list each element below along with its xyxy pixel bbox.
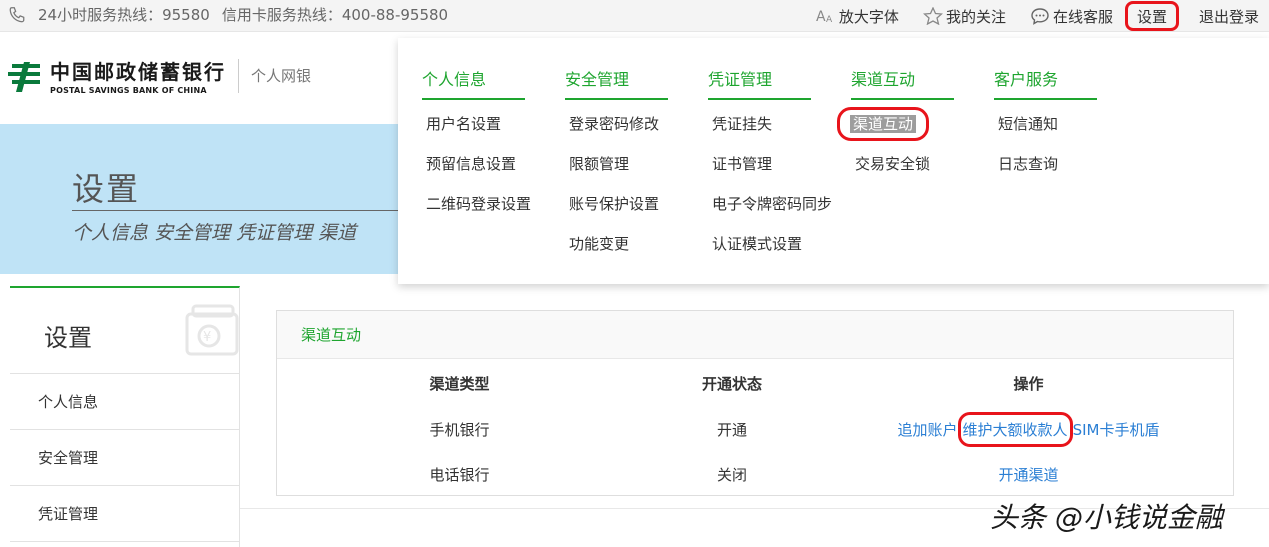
left-sidebar: 设置 ¥ 个人信息 安全管理 凭证管理 — [10, 286, 240, 547]
operations-cell: 追加账户 维护大额收款人 SIM卡手机盾 — [822, 407, 1235, 452]
sidebar-item-personal-info[interactable]: 个人信息 — [10, 374, 239, 430]
svg-text:¥: ¥ — [203, 330, 211, 345]
menu-item-reserved-info[interactable]: 预留信息设置 — [422, 152, 531, 192]
phone-icon — [9, 6, 25, 22]
menu-item-auth-mode[interactable]: 认证模式设置 — [708, 232, 832, 272]
channel-table: 渠道类型 开通状态 操作 手机银行 开通 追加账户 维护大额收款人 SIM卡手机… — [277, 359, 1235, 497]
menu-heading-customer-service[interactable]: 客户服务 — [994, 66, 1097, 100]
card-hotline-text: 信用卡服务热线：400-88-95580 — [221, 6, 449, 24]
menu-item-account-protection[interactable]: 账号保护设置 — [565, 192, 668, 232]
menu-item-login-password[interactable]: 登录密码修改 — [565, 112, 668, 152]
my-follow-link[interactable]: 我的关注 — [911, 0, 1018, 32]
star-icon — [922, 7, 943, 25]
menu-item-token-sync[interactable]: 电子令牌密码同步 — [708, 192, 832, 232]
menu-item-limit-management[interactable]: 限额管理 — [565, 152, 668, 192]
bank-logo[interactable]: 中国邮政储蓄银行 POSTAL SAVINGS BANK OF CHINA 个人… — [8, 56, 311, 95]
logout-label: 退出登录 — [1198, 7, 1259, 26]
banner-subtitle: 个人信息 安全管理 凭证管理 渠道 — [72, 222, 357, 244]
sidebar-title: 设置 — [44, 324, 92, 352]
menu-item-report-loss[interactable]: 凭证挂失 — [708, 112, 832, 152]
font-size-icon: A A — [816, 9, 833, 25]
table-row: 手机银行 开通 追加账户 维护大额收款人 SIM卡手机盾 — [277, 407, 1235, 452]
menu-item-function-change[interactable]: 功能变更 — [565, 232, 668, 272]
menu-item-channel-interaction[interactable]: 渠道互动 — [837, 107, 954, 152]
status-cell: 关闭 — [716, 466, 747, 484]
logout-link[interactable]: 退出登录 — [1187, 0, 1269, 32]
logo-chinese-name: 中国邮政储蓄银行 — [50, 60, 226, 84]
menu-item-certificate-management[interactable]: 证书管理 — [708, 152, 832, 192]
top-links: A A 放大字体 我的关注 在线客服 设置 退出登录 — [804, 0, 1269, 32]
menu-heading-personal-info[interactable]: 个人信息 — [422, 66, 525, 100]
menu-heading-channel[interactable]: 渠道互动 — [851, 66, 954, 100]
column-header-operations: 操作 — [1013, 374, 1044, 393]
menu-column-customer-service: 客户服务 短信通知 日志查询 — [994, 66, 1097, 192]
menu-column-personal-info: 个人信息 用户名设置 预留信息设置 二维码登录设置 — [422, 66, 531, 232]
menu-item-transaction-lock[interactable]: 交易安全锁 — [851, 152, 954, 192]
logo-english-name: POSTAL SAVINGS BANK OF CHINA — [50, 86, 207, 95]
chat-bubble-icon — [1031, 8, 1049, 25]
menu-column-security: 安全管理 登录密码修改 限额管理 账号保护设置 功能变更 — [565, 66, 668, 272]
panel-title: 渠道互动 — [277, 311, 1233, 359]
psbc-logo-icon — [8, 61, 40, 92]
maintain-large-payee-link[interactable]: 维护大额收款人 — [957, 412, 1073, 447]
wallet-icon: ¥ — [185, 304, 239, 356]
menu-column-credentials: 凭证管理 凭证挂失 证书管理 电子令牌密码同步 认证模式设置 — [708, 66, 832, 272]
operations-cell: 开通渠道 — [822, 452, 1235, 497]
sim-shield-link[interactable]: SIM卡手机盾 — [1073, 419, 1160, 440]
hotline-area: 24小时服务热线：95580 信用卡服务热线：400-88-95580 — [8, 4, 448, 25]
sidebar-item-credentials[interactable]: 凭证管理 — [10, 486, 239, 542]
banner-divider — [72, 210, 402, 211]
menu-heading-security[interactable]: 安全管理 — [565, 66, 668, 100]
status-cell: 开通 — [716, 421, 747, 439]
channel-type-cell: 手机银行 — [429, 421, 490, 439]
channel-interaction-panel: 渠道互动 渠道类型 开通状态 操作 手机银行 开通 追加账户 维护大额收款人 S… — [276, 310, 1234, 496]
watermark-text: 头条 @小钱说金融 — [990, 501, 1223, 534]
settings-dropdown-menu: 个人信息 用户名设置 预留信息设置 二维码登录设置 安全管理 登录密码修改 限额… — [398, 38, 1269, 284]
open-channel-link[interactable]: 开通渠道 — [998, 464, 1058, 485]
menu-item-qrcode-login[interactable]: 二维码登录设置 — [422, 192, 531, 232]
online-service-label: 在线客服 — [1052, 7, 1113, 26]
table-row: 电话银行 关闭 开通渠道 — [277, 452, 1235, 497]
logo-divider — [238, 58, 239, 93]
menu-column-channel: 渠道互动 渠道互动 交易安全锁 — [837, 66, 954, 192]
hotline-text: 24小时服务热线：95580 — [38, 6, 210, 24]
menu-item-channel-interaction-label: 渠道互动 — [850, 115, 917, 133]
sidebar-header: 设置 ¥ — [10, 288, 239, 374]
font-size-label: 放大字体 — [838, 7, 899, 26]
highlight-circle: 渠道互动 — [837, 107, 930, 141]
menu-item-sms-notice[interactable]: 短信通知 — [994, 112, 1097, 152]
menu-item-log-query[interactable]: 日志查询 — [994, 152, 1097, 192]
menu-heading-credentials[interactable]: 凭证管理 — [708, 66, 811, 100]
font-size-link[interactable]: A A 放大字体 — [804, 0, 911, 32]
top-bar: 24小时服务热线：95580 信用卡服务热线：400-88-95580 A A … — [0, 0, 1269, 32]
table-header-row: 渠道类型 开通状态 操作 — [277, 359, 1235, 407]
add-account-link[interactable]: 追加账户 — [898, 419, 958, 440]
settings-link[interactable]: 设置 — [1124, 1, 1179, 31]
svg-text:A: A — [826, 15, 833, 25]
column-header-status: 开通状态 — [701, 374, 762, 393]
online-service-link[interactable]: 在线客服 — [1018, 0, 1125, 32]
banner-title: 设置 — [72, 170, 141, 208]
logo-subtitle: 个人网银 — [251, 67, 312, 85]
sidebar-item-security[interactable]: 安全管理 — [10, 430, 239, 486]
svg-text:A: A — [816, 9, 826, 25]
menu-item-username-settings[interactable]: 用户名设置 — [422, 112, 531, 152]
my-follow-label: 我的关注 — [945, 7, 1006, 26]
channel-type-cell: 电话银行 — [429, 466, 490, 484]
column-header-channel-type: 渠道类型 — [429, 374, 490, 393]
settings-label: 设置 — [1136, 7, 1167, 26]
